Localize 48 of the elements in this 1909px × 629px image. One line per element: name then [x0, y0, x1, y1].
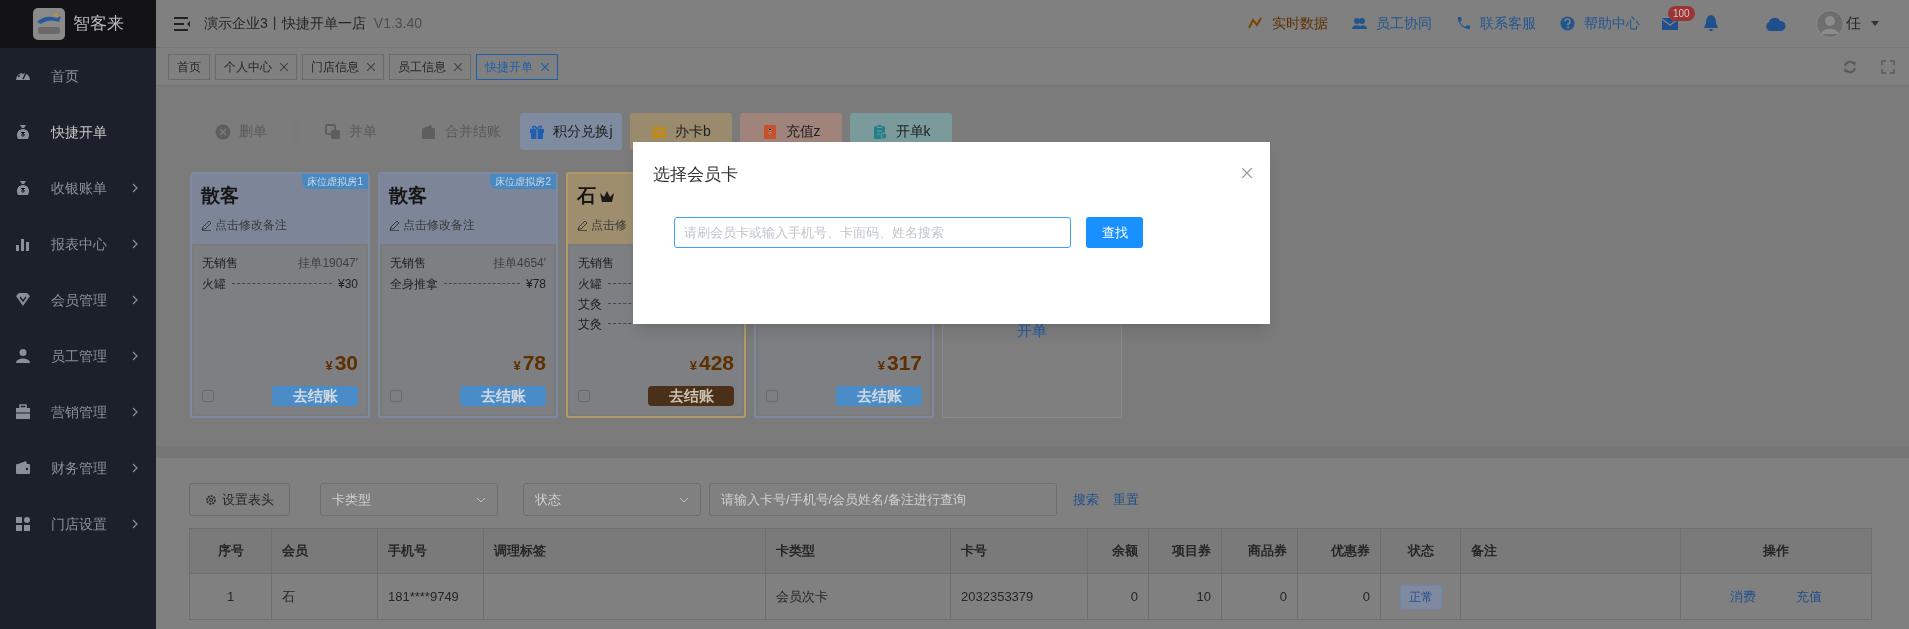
brand-name: 智客来	[72, 13, 124, 36]
order-number: 挂单19047′	[298, 255, 358, 272]
seller-label: 无销售	[578, 255, 614, 272]
column-header: 商品券	[1221, 528, 1298, 574]
page-title: 演示企业3丨快捷开单一店	[204, 14, 366, 33]
column-header: 备注	[1460, 528, 1681, 574]
column-header: 调理标签	[483, 528, 766, 574]
table-cell: 0	[1221, 573, 1298, 620]
card-total: ¥317	[876, 349, 922, 376]
status-tag: 正常	[1399, 584, 1442, 609]
column-header: 项目券	[1148, 528, 1222, 574]
column-header: 卡类型	[765, 528, 951, 574]
service-name: 艾灸	[578, 295, 602, 313]
service-name: 火罐	[578, 275, 602, 293]
column-header: 手机号	[377, 528, 484, 574]
card-total: ¥428	[688, 349, 734, 376]
column-header: 会员	[271, 528, 378, 574]
customer-name: 散客	[389, 184, 427, 208]
column-header: 状态	[1380, 528, 1461, 574]
table-cell: 181****9749	[377, 573, 484, 620]
dialog-title: 选择会员卡	[653, 164, 738, 186]
table-cell: 0	[1087, 573, 1149, 620]
column-header: 优惠券	[1297, 528, 1381, 574]
card-total: ¥78	[512, 349, 546, 376]
column-header: 卡号	[950, 528, 1088, 574]
table-cell: 10	[1148, 573, 1222, 620]
customer-name: 散客	[201, 184, 239, 208]
seller-label: 无销售	[390, 255, 426, 272]
table-cell: 石	[271, 573, 378, 620]
table-cell: 会员次卡	[765, 573, 951, 620]
service-name: 全身推拿	[390, 275, 438, 293]
order-number: 挂单4654′	[493, 255, 546, 272]
table-cell: 2032353379	[950, 573, 1088, 620]
service-name: 艾灸	[578, 315, 602, 333]
table-cell: 0	[1297, 573, 1381, 620]
column-header: 余额	[1087, 528, 1149, 574]
service-name: 火罐	[202, 275, 226, 293]
service-price: ¥30	[337, 275, 358, 293]
column-header: 序号	[189, 528, 272, 574]
column-header: 操作	[1680, 528, 1872, 574]
customer-name: 石	[577, 184, 596, 208]
table-cell: 1	[189, 573, 272, 620]
service-price: ¥78	[525, 275, 546, 293]
notification-badge: 100	[1668, 5, 1695, 21]
card-total: ¥30	[324, 349, 358, 376]
room-tag: 床位虚拟房2	[490, 174, 556, 189]
seller-label: 无销售	[202, 255, 238, 272]
room-tag: 床位虚拟房1	[302, 174, 368, 189]
